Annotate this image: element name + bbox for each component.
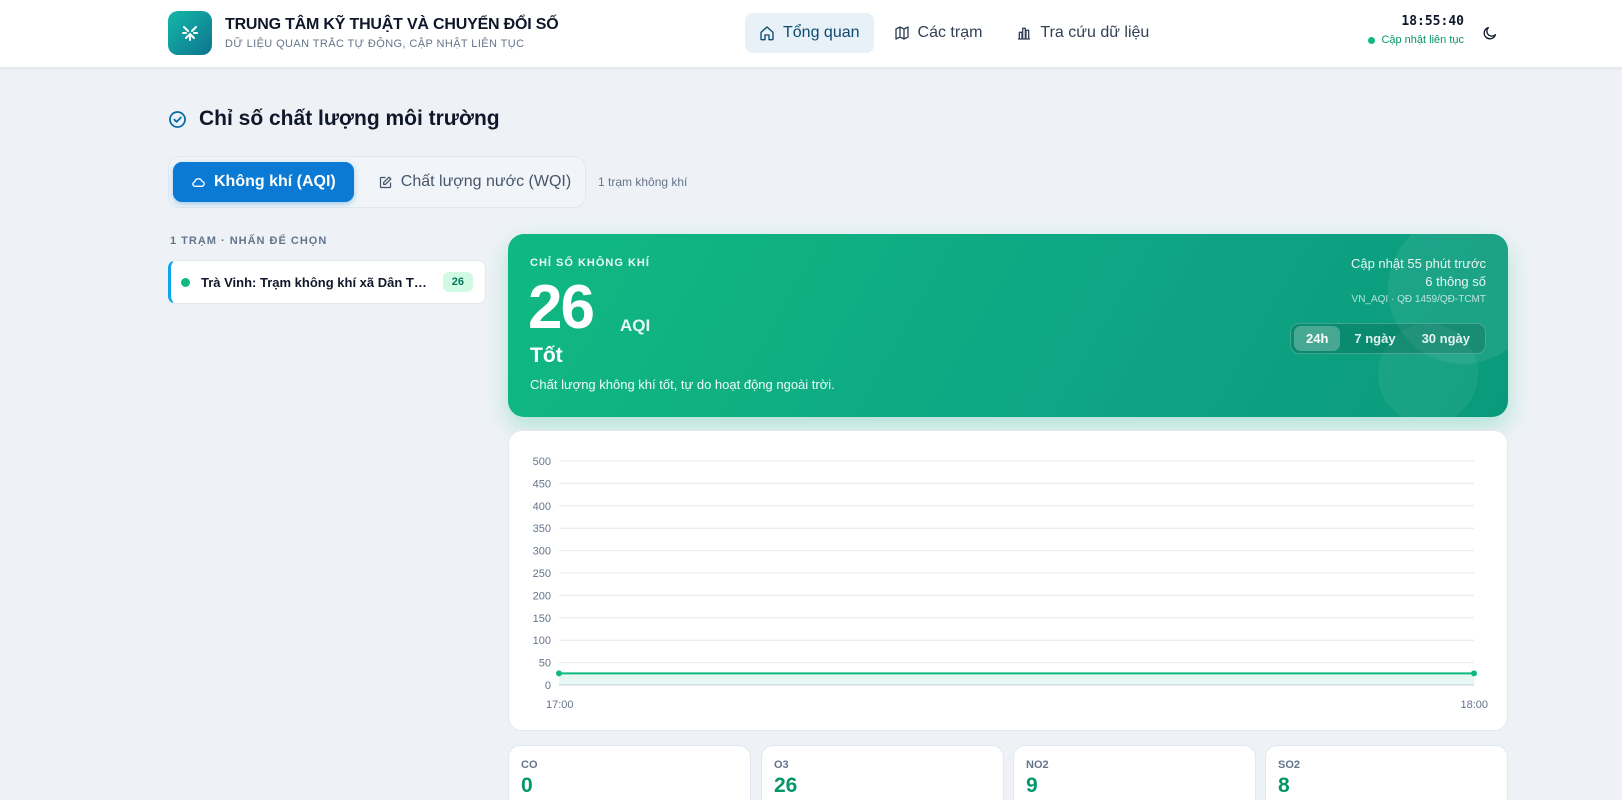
live-dot-icon (1368, 36, 1376, 44)
station-count-note: 1 trạm không khí (598, 175, 688, 189)
logo[interactable] (168, 11, 212, 55)
metric-label: NO2 (1026, 759, 1049, 771)
logo-icon (182, 26, 198, 41)
metric-label: CO (521, 759, 538, 771)
y-tick-label: 500 (533, 456, 551, 468)
aqi-updated: Cập nhật 55 phút trước (1350, 256, 1486, 271)
metric-card-co: CO 0 (508, 745, 751, 800)
live-status: Cập nhật liên tục (1360, 34, 1464, 46)
brand-title: TRUNG TÂM KỸ THUẬT VÀ CHUYỂN ĐỔI SỐ (225, 16, 559, 33)
aqi-kicker: CHỈ SỐ KHÔNG KHÍ (530, 257, 650, 269)
y-tick-label: 400 (533, 501, 551, 513)
tab-water-quality-label: Chất lượng nước (WQI) (400, 173, 572, 190)
metric-value: 9 (1026, 774, 1038, 797)
time-range-selector: 24h 7 ngày 30 ngày (1289, 323, 1486, 354)
station-list-label: 1 TRẠM · NHẤN ĐỂ CHỌN (170, 235, 328, 247)
y-tick-label: 100 (533, 635, 551, 647)
edit-icon (379, 176, 392, 188)
y-tick-label: 450 (533, 478, 551, 490)
index-tabs: Không khí (AQI) Chất lượng nước (WQI) (168, 156, 586, 208)
clock: 18:55:40 (1401, 14, 1464, 29)
tab-water-quality[interactable]: Chất lượng nước (WQI) (360, 162, 589, 202)
range-30d-button[interactable]: 30 ngày (1410, 326, 1482, 351)
check-circle-icon (169, 110, 186, 128)
metric-card-o3: O3 26 (761, 745, 1004, 800)
y-tick-label: 200 (533, 590, 551, 602)
range-24h-button[interactable]: 24h (1293, 326, 1341, 351)
metric-label: SO2 (1278, 759, 1301, 771)
live-status-label: Cập nhật liên tục (1381, 34, 1464, 46)
bar-chart-icon (1018, 27, 1031, 40)
y-tick-label: 150 (533, 613, 551, 625)
series-area (559, 673, 1474, 685)
nav-data-lookup[interactable]: Tra cứu dữ liệu (1002, 13, 1163, 53)
map-icon (894, 26, 909, 40)
y-tick-label: 0 (545, 680, 551, 692)
x-tick-label: 17:00 (546, 699, 574, 711)
metric-value: 8 (1278, 774, 1290, 797)
metric-value: 0 (521, 774, 533, 797)
page-title: Chỉ số chất lượng môi trường (199, 107, 500, 130)
aqi-standard: VN_AQI · QĐ 1459/QĐ-TCMT (1351, 294, 1486, 305)
y-tick-label: 50 (539, 658, 551, 670)
nav-stations[interactable]: Các trạm (880, 13, 997, 53)
aqi-param-count: 6 thông số (1425, 274, 1486, 289)
metric-value: 26 (774, 774, 798, 797)
moon-icon (1483, 27, 1496, 40)
aqi-line-chart: 0 50 100 150 200 250 300 350 400 450 500 17:00 18:00 (533, 456, 1488, 711)
nav-data-lookup-label: Tra cứu dữ liệu (1040, 24, 1150, 41)
x-tick-label: 18:00 (1460, 699, 1488, 711)
aqi-level: Tốt (530, 344, 563, 367)
station-name: Trà Vinh: Trạm không khí xã Dân Thành (201, 274, 433, 290)
station-aqi-badge: 26 (442, 272, 473, 292)
tab-air-quality[interactable]: Không khí (AQI) (173, 162, 354, 202)
main-nav: Tổng quan Các trạm Tra cứu dữ liệu (745, 13, 1163, 53)
status-dot-icon (181, 277, 190, 287)
metric-card-so2: SO2 8 (1265, 745, 1508, 800)
app-header: TRUNG TÂM KỸ THUẬT VÀ CHUYỂN ĐỔI SỐ DỮ L… (0, 0, 1622, 68)
data-point (556, 670, 562, 677)
y-tick-label: 250 (533, 568, 551, 580)
y-tick-label: 350 (533, 523, 551, 535)
aqi-summary-card: CHỈ SỐ KHÔNG KHÍ 26 AQI Tốt Chất lượng k… (508, 234, 1508, 417)
aqi-value: 26 (528, 273, 595, 342)
range-7d-button[interactable]: 7 ngày (1342, 326, 1407, 351)
station-item[interactable]: Trà Vinh: Trạm không khí xã Dân Thành 26 (168, 260, 486, 304)
nav-stations-label: Các trạm (917, 24, 983, 41)
nav-overview-label: Tổng quan (783, 24, 860, 41)
tab-air-quality-label: Không khí (AQI) (214, 173, 336, 190)
metric-label: O3 (774, 759, 789, 771)
brand-subtitle: DỮ LIỆU QUAN TRẮC TỰ ĐỘNG, CẬP NHẬT LIÊN… (225, 38, 525, 50)
aqi-chart-card: 0 50 100 150 200 250 300 350 400 450 500 17:00 18:00 (508, 430, 1508, 731)
nav-overview[interactable]: Tổng quan (745, 13, 874, 53)
cloud-icon (192, 177, 205, 187)
y-tick-label: 300 (533, 546, 551, 558)
data-point (1471, 670, 1477, 677)
theme-toggle-button[interactable] (1479, 22, 1501, 44)
metric-card-no2: NO2 9 (1013, 745, 1256, 800)
aqi-unit: AQI (620, 316, 651, 335)
aqi-description: Chất lượng không khí tốt, tự do hoạt độn… (530, 377, 835, 392)
home-icon (760, 26, 774, 41)
page-title-row: Chỉ số chất lượng môi trường (168, 107, 500, 131)
